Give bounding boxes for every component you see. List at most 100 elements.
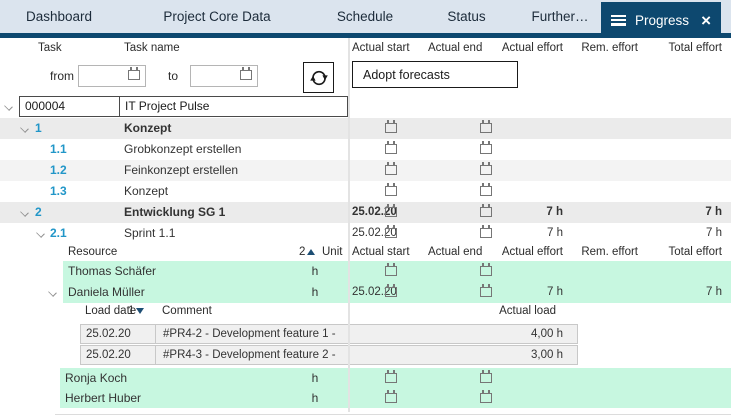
load-date: 25.02.20 <box>86 325 131 343</box>
load-header-row: Load date 1 Comment Actual load <box>0 303 731 320</box>
project-row[interactable]: 000004 IT Project Pulse <box>0 95 731 118</box>
task-row[interactable]: 1.2 Feinkonzept erstellen <box>0 160 731 181</box>
calendar-icon[interactable] <box>385 287 397 297</box>
calendar-icon[interactable] <box>480 123 492 133</box>
calendar-icon[interactable] <box>480 393 492 403</box>
chevron-down-icon[interactable] <box>4 102 13 111</box>
sort-asc-icon <box>307 249 315 255</box>
calendar-icon[interactable] <box>480 228 492 238</box>
resource-unit: h <box>305 282 325 303</box>
tab-project-core-data[interactable]: Project Core Data <box>118 0 316 33</box>
load-row[interactable]: 25.02.20 #PR4-2 - Development feature 1 … <box>80 324 578 344</box>
col-actual-effort: Actual effort <box>495 38 563 58</box>
col-actual-end: Actual end <box>428 38 482 58</box>
calendar-icon[interactable] <box>385 228 397 238</box>
resource-row[interactable]: Daniela Müller h 25.02.20 7 h 7 h <box>0 282 731 303</box>
calendar-icon[interactable] <box>385 393 397 403</box>
tab-dashboard[interactable]: Dashboard <box>0 0 118 33</box>
task-name: Entwicklung SG 1 <box>124 202 225 223</box>
load-row[interactable]: 25.02.20 #PR4-3 - Development feature 2 … <box>80 345 578 365</box>
task-name: Sprint 1.1 <box>124 223 175 244</box>
calendar-icon[interactable] <box>385 207 397 217</box>
col-rem-effort: Rem. effort <box>568 244 638 261</box>
resource-unit: h <box>305 261 325 282</box>
calendar-icon[interactable] <box>480 186 492 196</box>
resource-header-row: Resource 2 Unit Actual start Actual end … <box>0 244 731 261</box>
task-row[interactable]: 1 Konzept <box>0 118 731 139</box>
resource-unit: h <box>305 388 325 408</box>
adopt-forecasts-button[interactable]: Adopt forecasts <box>352 61 518 88</box>
calendar-icon[interactable] <box>480 373 492 383</box>
filter-row: from to Adopt forecasts <box>0 58 731 95</box>
col-rem-effort: Rem. effort <box>568 38 638 58</box>
project-edit-box[interactable]: 000004 IT Project Pulse <box>19 96 348 117</box>
col-resource[interactable]: Resource <box>68 244 117 261</box>
col-actual-end: Actual end <box>428 244 482 261</box>
resource-row-band <box>63 282 731 303</box>
cell-divider <box>155 346 156 364</box>
task-row[interactable]: 2 Entwicklung SG 1 25.02.20 7 h 7 h <box>0 202 731 223</box>
calendar-icon[interactable] <box>480 144 492 154</box>
calendar-icon[interactable] <box>480 207 492 217</box>
resource-name: Daniela Müller <box>68 282 145 303</box>
resource-row[interactable]: Herbert Huber h <box>0 388 731 408</box>
tab-schedule[interactable]: Schedule <box>316 0 414 33</box>
resource-unit: h <box>305 368 325 388</box>
chevron-down-icon[interactable] <box>48 288 57 297</box>
task-id: 2 <box>35 202 42 223</box>
actual-effort-value: 7 h <box>495 202 563 223</box>
task-row[interactable]: 2.1 Sprint 1.1 25.02.20 7 h 7 h <box>0 223 731 244</box>
tab-further[interactable]: Further… <box>519 0 601 33</box>
tab-status[interactable]: Status <box>414 0 519 33</box>
progress-view: Dashboard Project Core Data Schedule Sta… <box>0 0 731 419</box>
task-name: Konzept <box>124 118 171 139</box>
task-id: 1 <box>35 118 42 139</box>
task-name: Feinkonzept erstellen <box>124 160 238 181</box>
resource-sort-indicator[interactable]: 2 <box>299 244 315 261</box>
calendar-icon[interactable] <box>385 266 397 276</box>
task-row[interactable]: 1.3 Konzept <box>0 181 731 202</box>
refresh-icon <box>309 68 329 88</box>
menu-icon[interactable] <box>611 15 626 26</box>
chevron-down-icon[interactable] <box>36 229 45 238</box>
total-effort-value: 7 h <box>645 282 722 303</box>
load-comment: #PR4-2 - Development feature 1 - <box>163 325 336 343</box>
calendar-icon[interactable] <box>385 165 397 175</box>
resource-row[interactable]: Ronja Koch h <box>0 368 731 388</box>
calendar-icon[interactable] <box>480 287 492 297</box>
project-id[interactable]: 000004 <box>20 97 120 116</box>
bottom-divider <box>55 414 731 415</box>
load-comment: #PR4-3 - Development feature 2 - <box>163 346 336 364</box>
actual-effort-value: 7 h <box>495 223 563 244</box>
task-name: Konzept <box>124 181 168 202</box>
load-sort-indicator[interactable]: 1 <box>128 303 144 320</box>
sort-desc-icon <box>136 308 144 314</box>
calendar-icon[interactable] <box>480 165 492 175</box>
resource-row[interactable]: Thomas Schäfer h <box>0 261 731 282</box>
resource-name: Ronja Koch <box>65 368 127 388</box>
panel-divider <box>348 38 350 412</box>
project-name[interactable]: IT Project Pulse <box>120 97 347 116</box>
calendar-icon[interactable] <box>480 266 492 276</box>
calendar-icon[interactable] <box>385 144 397 154</box>
chevron-down-icon[interactable] <box>20 208 29 217</box>
tab-progress-active[interactable]: Progress × <box>601 2 721 38</box>
calendar-icon[interactable] <box>128 70 140 80</box>
refresh-button[interactable] <box>303 62 334 93</box>
calendar-icon[interactable] <box>385 373 397 383</box>
col-actual-load: Actual load <box>348 303 556 320</box>
close-icon[interactable]: × <box>701 12 711 29</box>
load-date: 25.02.20 <box>86 346 131 364</box>
column-header-row: Task Task name Actual start Actual end A… <box>0 38 731 58</box>
calendar-icon[interactable] <box>385 123 397 133</box>
calendar-icon[interactable] <box>240 70 252 80</box>
col-actual-start: Actual start <box>352 244 410 261</box>
task-id: 1.3 <box>50 181 67 202</box>
task-id: 2.1 <box>50 223 67 244</box>
calendar-icon[interactable] <box>385 186 397 196</box>
resource-row-band <box>63 261 731 282</box>
chevron-down-icon[interactable] <box>20 124 29 133</box>
col-task-name: Task name <box>124 38 180 58</box>
resource-name: Thomas Schäfer <box>68 261 156 282</box>
task-row[interactable]: 1.1 Grobkonzept erstellen <box>0 139 731 160</box>
